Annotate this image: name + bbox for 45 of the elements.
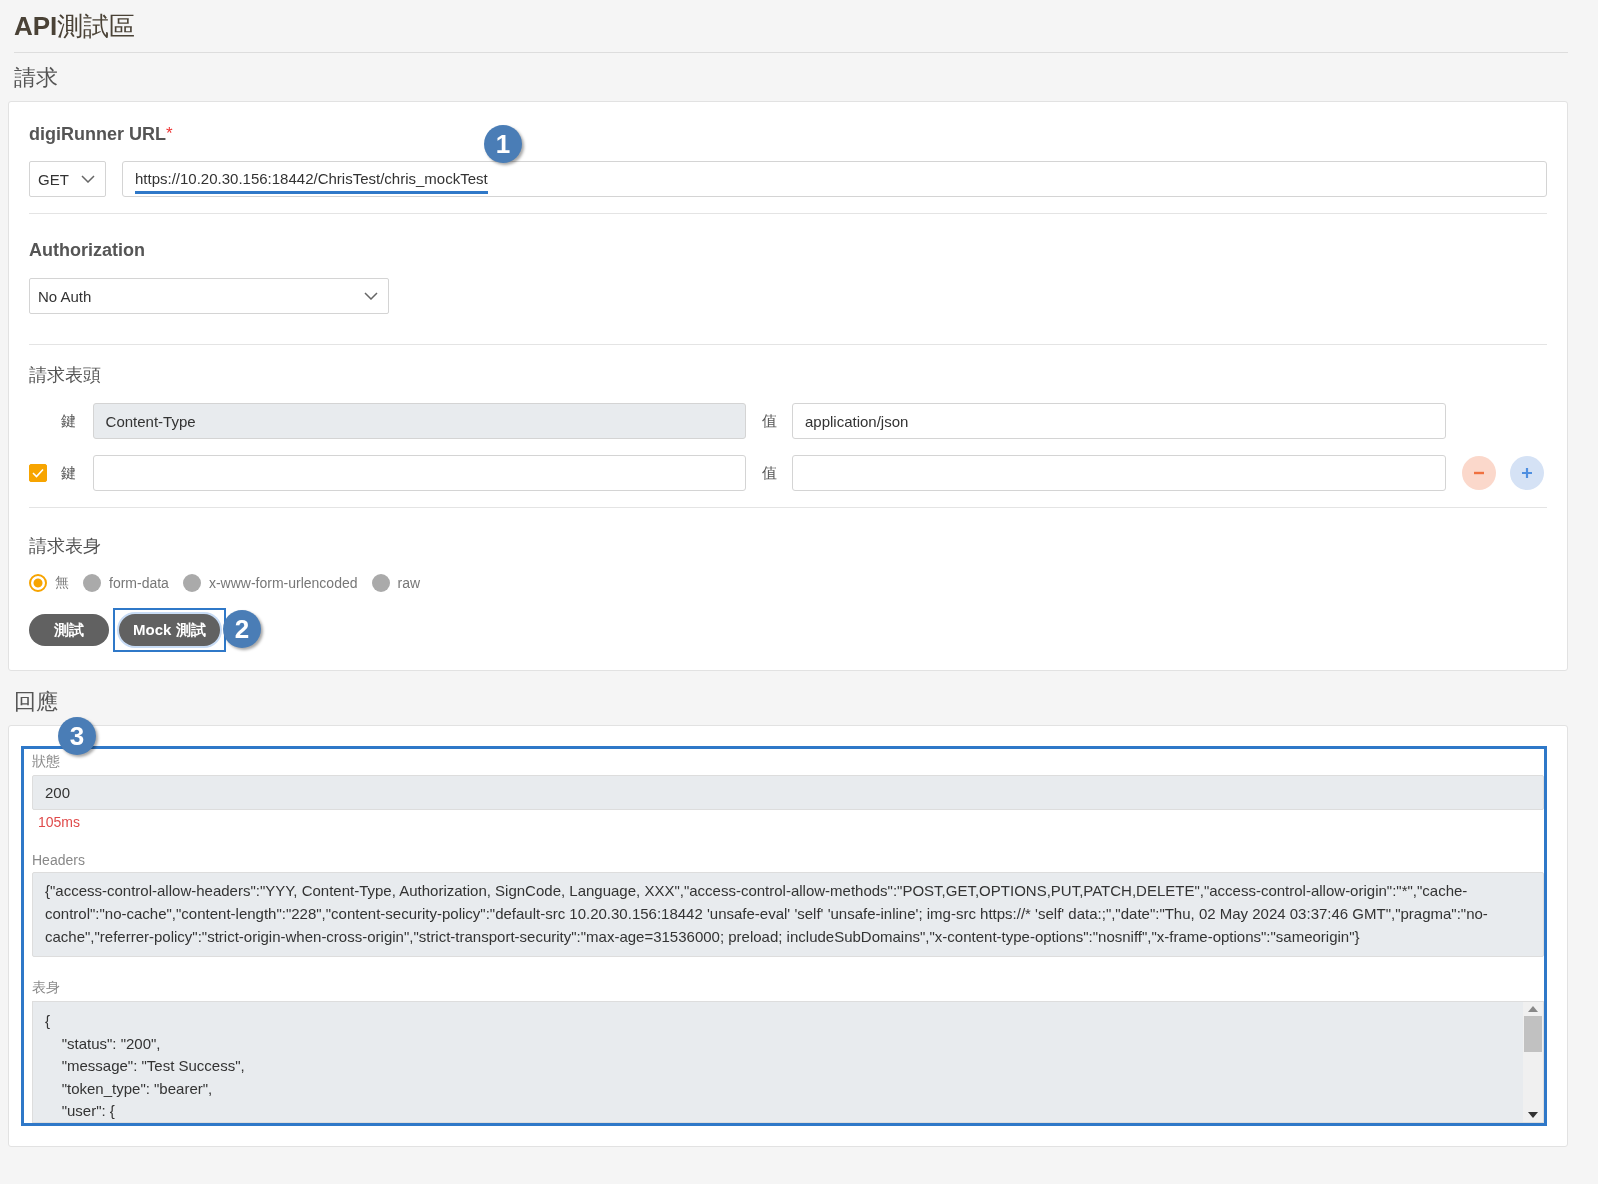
elapsed-time: 105ms — [38, 814, 82, 830]
callout-badge: 1 — [484, 125, 522, 163]
value-label: 值 — [762, 411, 779, 431]
value-field[interactable] — [792, 455, 1446, 491]
scroll-up-icon[interactable] — [1528, 1006, 1538, 1012]
radio-option[interactable]: x-www-form-urlencoded — [182, 574, 358, 592]
url-field[interactable]: https://10.20.30.156:18442/ChrisTest/chris_mockTest — [122, 161, 1547, 197]
key-label: 鍵 — [60, 411, 77, 431]
page-title: API測試區 — [14, 10, 137, 43]
section-heading: 回應 — [14, 688, 59, 716]
method-dropdown[interactable]: GET — [29, 161, 106, 197]
plus-icon — [1519, 466, 1534, 480]
field-label: Headers — [32, 852, 86, 868]
field-label: Authorization — [29, 240, 146, 261]
scroll-down-icon[interactable] — [1528, 1112, 1538, 1118]
field-label: 表身 — [32, 979, 61, 997]
key-field[interactable] — [92, 455, 747, 491]
chevron-down-icon — [364, 292, 378, 300]
scrollbar[interactable] — [1523, 1002, 1543, 1122]
remove-button[interactable] — [1461, 456, 1496, 490]
callout-badge: 2 — [223, 610, 261, 648]
headers-text: {"access-control-allow-headers":"YYY, Content-Type, Authorization, SignCode, Language, XXX","access-control-allow-methods":"POST,GET,OPTIONS,PUT,PATCH,DELETE","access-control-allow-origin":"*","cache-control":"no-cache","content-length":"228","content-security-policy":"default-src 10.20.30.156:18442 'unsafe-eval' 'self' 'unsafe-inline'; img-src https://* 'self' data:;","date":"Thu, 02 May 2024 03:37:46 GMT","pragma":"no-cache","referrer-policy":"strict-origin-when-cross-origin","strict-transport-security":"max-age=31536000; preload; includeSubDomains","x-content-type-options":"nosniff","x-frame-options":"sameorigin"} — [32, 872, 1544, 957]
checkbox[interactable] — [29, 464, 47, 482]
chevron-down-icon — [81, 175, 95, 183]
section-heading: 請求 — [14, 64, 59, 92]
required-mark: * — [166, 124, 173, 144]
radio-option[interactable]: form-data — [83, 574, 169, 592]
callout-badge: 3 — [58, 717, 96, 755]
section-heading: 請求表頭 — [29, 364, 102, 387]
key-field[interactable]: Content-Type — [92, 403, 747, 439]
checkmark-icon — [32, 468, 44, 478]
test-button[interactable]: Mock 測試 — [119, 614, 220, 646]
radio-option[interactable]: 無 — [29, 574, 69, 592]
add-button[interactable] — [1509, 456, 1544, 490]
response-body: { "status": "200", "message": "Test Success", "token_type": "bearer", "user": { — [44, 1011, 246, 1121]
status-field: 200 — [32, 775, 1544, 810]
key-label: 鍵 — [60, 463, 77, 483]
value-label: 值 — [762, 463, 779, 483]
field-label: digiRunner URL — [29, 124, 166, 145]
section-heading: 請求表身 — [29, 535, 102, 558]
radio-option[interactable]: raw — [371, 574, 421, 592]
test-button[interactable]: 測試 — [29, 614, 109, 646]
auth-dropdown[interactable]: No Auth — [29, 278, 389, 314]
field-label: 狀態 — [32, 753, 61, 771]
value-field[interactable]: application/json — [792, 403, 1446, 439]
